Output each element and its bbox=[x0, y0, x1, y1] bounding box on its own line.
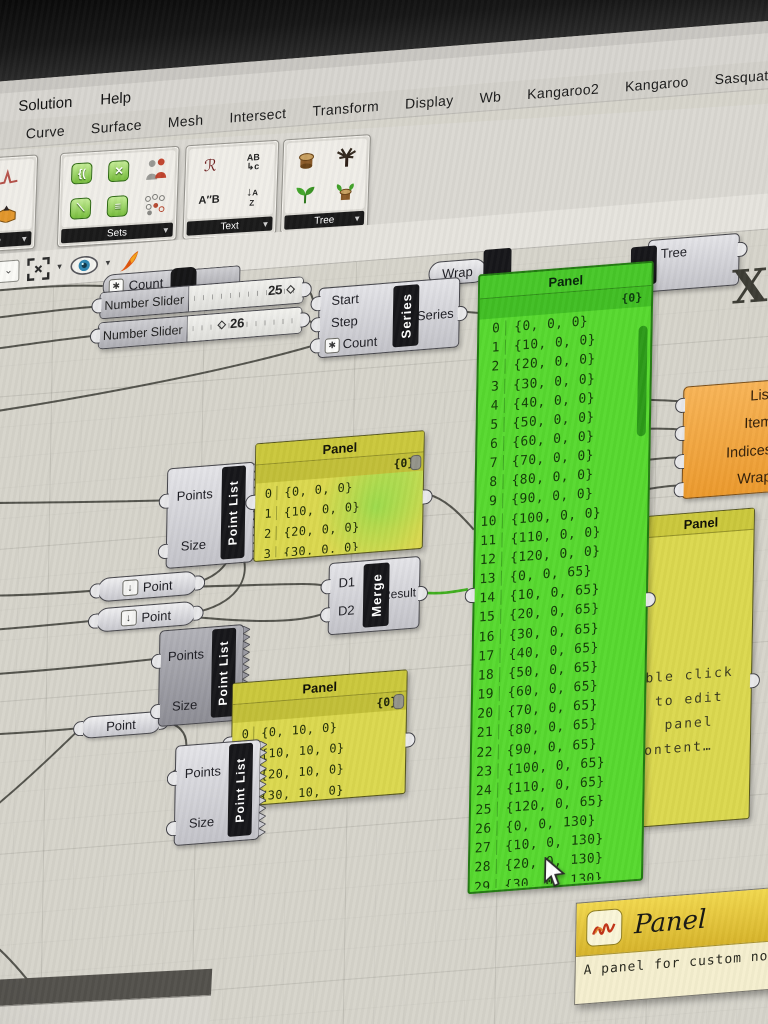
panel-component-green[interactable]: Panel {0} 0 {0, 0, 0} 1 {10, 0, 0} 2 {20, 0, … bbox=[464, 260, 656, 895]
photo-of-screen: Solution Help Curve Surface Mesh Intersect Tr… bbox=[0, 0, 768, 1024]
input-nub[interactable] bbox=[165, 820, 177, 837]
laptop-screen: Solution Help Curve Surface Mesh Intersect Tr… bbox=[0, 0, 768, 1024]
input-nub[interactable] bbox=[310, 295, 321, 312]
scroll-grip[interactable] bbox=[393, 693, 405, 710]
input-nub[interactable] bbox=[464, 587, 475, 604]
component-nameplate[interactable]: Merge bbox=[362, 562, 390, 628]
input-nub[interactable] bbox=[245, 494, 256, 511]
download-arrow-icon: ↓ bbox=[120, 609, 137, 627]
input-nub[interactable] bbox=[309, 338, 320, 354]
input-nub[interactable] bbox=[150, 653, 162, 670]
component-nameplate[interactable]: Series bbox=[392, 284, 420, 348]
panel-component-note[interactable]: Panel ble click to edit panel ontent… bbox=[637, 507, 761, 828]
point-list-component-1[interactable]: Points Size Point List bbox=[157, 461, 261, 569]
input-nub[interactable] bbox=[320, 579, 331, 595]
input-nub[interactable] bbox=[310, 317, 321, 333]
input-nub[interactable] bbox=[89, 583, 100, 600]
input-nub[interactable] bbox=[158, 493, 169, 510]
panel-tooltip: Panel A panel for custom not bbox=[574, 886, 768, 1006]
input-label: Wrap bbox=[737, 469, 768, 489]
point-list-component-3[interactable]: Points Size Point List bbox=[165, 738, 268, 847]
mouse-cursor bbox=[544, 856, 566, 887]
component-nameplate[interactable]: Point List bbox=[227, 742, 254, 837]
download-arrow-icon: ↓ bbox=[121, 579, 139, 597]
input-nub[interactable] bbox=[319, 607, 331, 624]
input-nub[interactable] bbox=[673, 482, 684, 498]
input-nub[interactable] bbox=[157, 543, 168, 560]
input-nub[interactable] bbox=[73, 720, 84, 737]
input-nub[interactable] bbox=[89, 328, 101, 345]
input-nub[interactable] bbox=[674, 453, 685, 470]
canvas-x-glyph: X bbox=[731, 257, 768, 315]
panel-icon bbox=[586, 908, 623, 948]
input-nub[interactable] bbox=[91, 298, 102, 315]
merge-component[interactable]: D1 D2 Merge Result bbox=[319, 555, 429, 636]
input-nub[interactable] bbox=[149, 703, 161, 720]
input-nub[interactable] bbox=[674, 425, 685, 442]
status-bar: nds ago) bbox=[0, 968, 213, 1024]
input-nub[interactable] bbox=[87, 613, 99, 630]
slider-grip[interactable]: ◇ bbox=[217, 317, 226, 331]
input-nub[interactable] bbox=[166, 770, 177, 787]
expression-icon: ✱ bbox=[324, 337, 340, 354]
component-nameplate[interactable]: Point List bbox=[220, 465, 246, 560]
slider-grip[interactable]: ◇ bbox=[286, 282, 295, 296]
list-item-component[interactable]: List Item Indices Wrap bbox=[673, 377, 768, 500]
series-component[interactable]: Start Step ✱ Count Series Series bbox=[309, 276, 468, 359]
tree-param-component[interactable]: Tree bbox=[647, 232, 748, 293]
input-nub[interactable] bbox=[674, 397, 686, 414]
panel-component-a[interactable]: Panel {0} 0 {0, 0, 0} 1 {10, 0, 0} 2 {20, 0, … bbox=[245, 430, 433, 563]
scroll-grip[interactable] bbox=[410, 454, 422, 471]
